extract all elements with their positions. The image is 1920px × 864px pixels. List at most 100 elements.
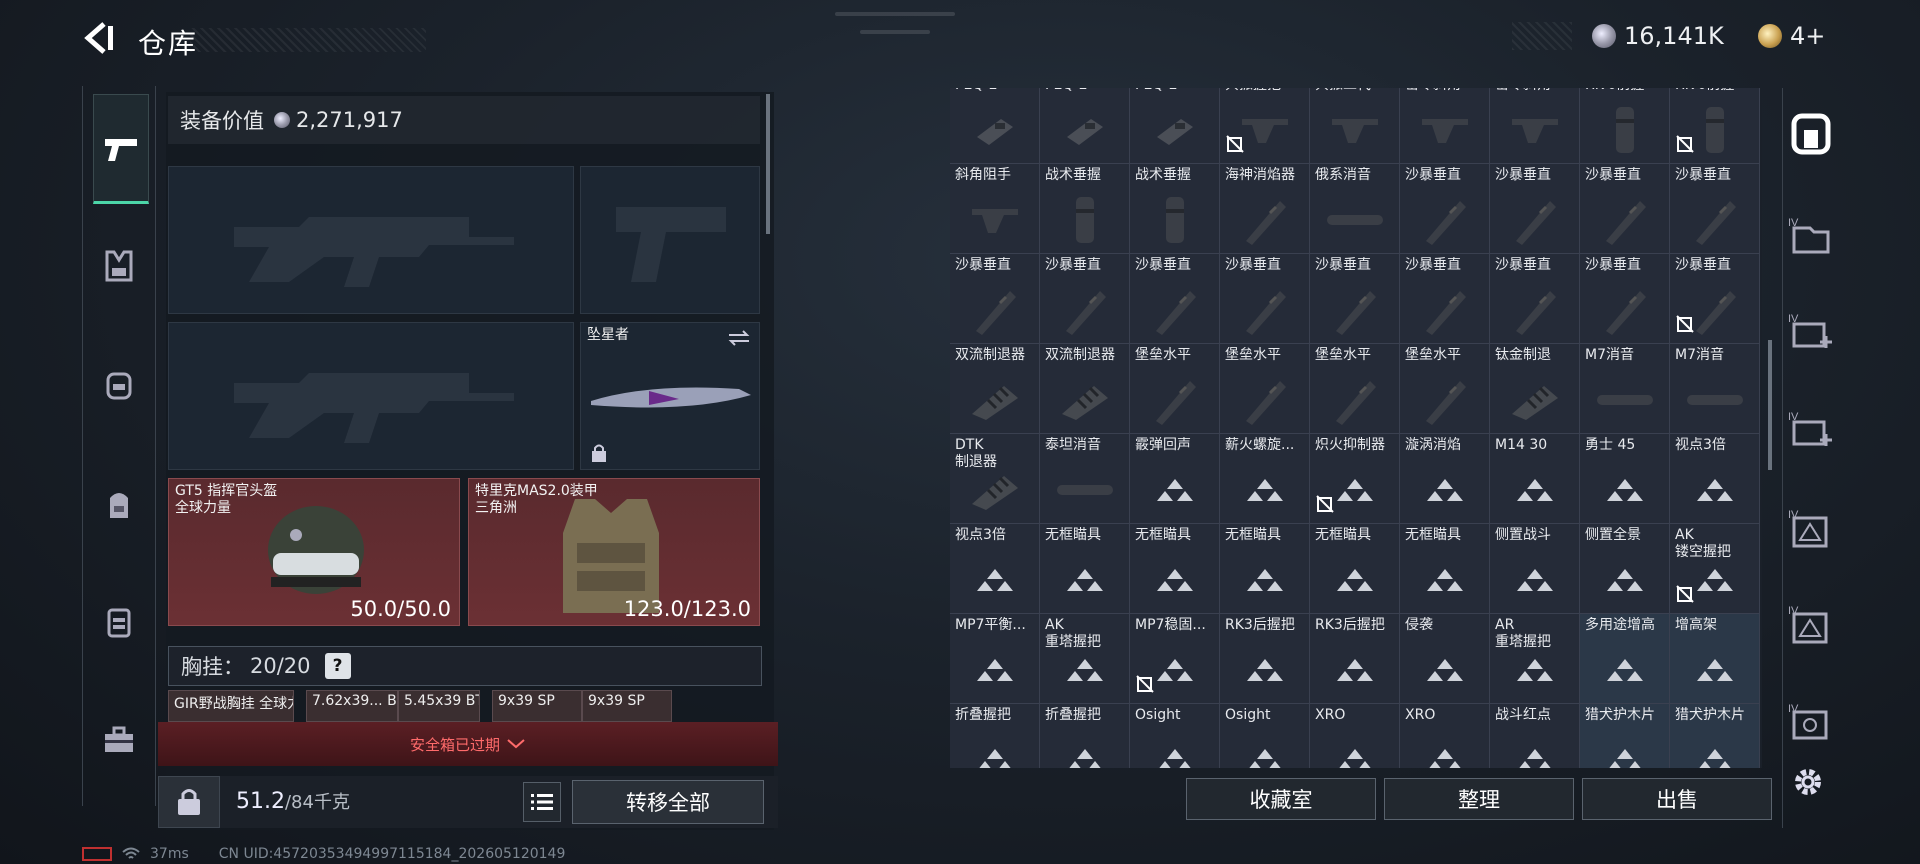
inventory-item-cell[interactable]: 侧置战斗 bbox=[1490, 524, 1580, 614]
inventory-item-cell[interactable]: 泰坦消音 bbox=[1040, 434, 1130, 524]
inventory-item-cell[interactable]: 沙暴垂直 bbox=[1670, 254, 1760, 344]
inventory-item-cell[interactable]: 沙暴垂直 bbox=[1580, 164, 1670, 254]
backpack-tab[interactable] bbox=[99, 484, 139, 524]
sell-button[interactable]: 出售 bbox=[1582, 778, 1772, 820]
inventory-item-cell[interactable]: 漩涡消焰 bbox=[1400, 434, 1490, 524]
inventory-item-cell[interactable]: 炽火抑制器 bbox=[1310, 434, 1400, 524]
helmet-slot[interactable]: GT5 指挥官头盔 全球力量 50.0/50.0 bbox=[168, 478, 460, 626]
inventory-item-cell[interactable]: 密令斜角 bbox=[1490, 88, 1580, 164]
rig-slot[interactable]: GIR野战胸挂 全球力量 bbox=[168, 690, 294, 722]
inventory-item-cell[interactable]: 堡垒水平 bbox=[1130, 344, 1220, 434]
primary-weapon-slot[interactable] bbox=[168, 166, 574, 314]
collection-room-button[interactable]: 收藏室 bbox=[1186, 778, 1376, 820]
inventory-item-cell[interactable]: PEQ-2 bbox=[1040, 88, 1130, 164]
inventory-item-cell[interactable]: 钛金制退 bbox=[1490, 344, 1580, 434]
inventory-item-cell[interactable]: 共振二代 bbox=[1310, 88, 1400, 164]
helmet-tab[interactable] bbox=[99, 366, 139, 406]
folder-iv-icon[interactable]: IV bbox=[1782, 210, 1840, 264]
back-arrow-icon[interactable] bbox=[82, 20, 118, 56]
inventory-item-cell[interactable]: 海神消焰器 bbox=[1220, 164, 1310, 254]
inventory-item-cell[interactable]: 无框瞄具 bbox=[1400, 524, 1490, 614]
rig-slot[interactable]: 7.62x39... BP bbox=[306, 690, 398, 722]
rig-tab[interactable] bbox=[99, 602, 139, 642]
inventory-item-cell[interactable]: M14 30 bbox=[1490, 434, 1580, 524]
inventory-item-cell[interactable]: 俄系消音 bbox=[1310, 164, 1400, 254]
sort-button[interactable]: 整理 bbox=[1384, 778, 1574, 820]
inventory-item-cell[interactable]: 双流制退器 bbox=[950, 344, 1040, 434]
armor-tab[interactable] bbox=[99, 246, 139, 286]
inventory-item-cell[interactable]: MP7平衡... bbox=[950, 614, 1040, 704]
inventory-item-cell[interactable]: 猎犬护木片 bbox=[1670, 704, 1760, 768]
storage-icon[interactable] bbox=[1782, 112, 1840, 166]
armor-slot[interactable]: 特里克MAS2.0装甲 三角洲 123.0/123.0 bbox=[468, 478, 760, 626]
equipment-scrollbar[interactable] bbox=[766, 94, 770, 234]
inventory-item-cell[interactable]: PEQ-2 bbox=[950, 88, 1040, 164]
inventory-item-cell[interactable]: 沙暴垂直 bbox=[950, 254, 1040, 344]
inventory-item-cell[interactable]: Osight bbox=[1220, 704, 1310, 768]
inventory-item-cell[interactable]: 折叠握把 bbox=[1040, 704, 1130, 768]
list-view-button[interactable] bbox=[523, 782, 561, 822]
rig-slot[interactable]: 5.45x39 BT bbox=[398, 690, 480, 722]
inventory-item-cell[interactable]: M7消音 bbox=[1670, 344, 1760, 434]
inventory-item-cell[interactable]: 沙暴垂直 bbox=[1580, 254, 1670, 344]
inventory-item-cell[interactable]: 沙暴垂直 bbox=[1490, 164, 1580, 254]
inventory-item-cell[interactable]: 沙暴垂直 bbox=[1130, 254, 1220, 344]
inventory-item-cell[interactable]: 沙暴垂直 bbox=[1310, 254, 1400, 344]
inventory-item-cell[interactable]: AR 重塔握把 bbox=[1490, 614, 1580, 704]
inventory-item-cell[interactable]: XRO bbox=[1400, 704, 1490, 768]
inventory-item-cell[interactable]: 战术垂握 bbox=[1040, 164, 1130, 254]
gold-display[interactable]: 4+ bbox=[1758, 22, 1825, 50]
inventory-item-cell[interactable]: 霰弹回声 bbox=[1130, 434, 1220, 524]
inventory-item-cell[interactable]: 折叠握把 bbox=[950, 704, 1040, 768]
melee-slot[interactable]: 坠星者 bbox=[580, 322, 760, 470]
inventory-item-cell[interactable]: 沙暴垂直 bbox=[1400, 164, 1490, 254]
help-button[interactable]: ? bbox=[324, 653, 351, 679]
inventory-item-cell[interactable]: 斜角阻手 bbox=[950, 164, 1040, 254]
inventory-item-cell[interactable]: 侧置全景 bbox=[1580, 524, 1670, 614]
search-iv-icon[interactable]: IV bbox=[1782, 696, 1840, 750]
inventory-item-cell[interactable]: 密令斜角 bbox=[1400, 88, 1490, 164]
inventory-item-cell[interactable]: AK 重塔握把 bbox=[1040, 614, 1130, 704]
inventory-item-cell[interactable]: 堡垒水平 bbox=[1220, 344, 1310, 434]
inventory-item-cell[interactable]: RK3后握把 bbox=[1220, 614, 1310, 704]
inventory-scrollbar[interactable] bbox=[1768, 340, 1772, 470]
inventory-item-cell[interactable]: AK 镂空握把 bbox=[1670, 524, 1760, 614]
inventory-item-cell[interactable]: PEQ-2 bbox=[1130, 88, 1220, 164]
inventory-item-cell[interactable]: DTK 制退器 bbox=[950, 434, 1040, 524]
weapons-tab[interactable] bbox=[93, 94, 149, 204]
inventory-item-cell[interactable]: 视点3倍 bbox=[1670, 434, 1760, 524]
inventory-item-cell[interactable]: 战斗红点 bbox=[1490, 704, 1580, 768]
add-iv-icon[interactable]: IV bbox=[1782, 404, 1840, 458]
inventory-item-cell[interactable]: RK3后握把 bbox=[1310, 614, 1400, 704]
inventory-item-cell[interactable]: 战术垂握 bbox=[1130, 164, 1220, 254]
inventory-item-cell[interactable]: 薪火螺旋... bbox=[1220, 434, 1310, 524]
inventory-item-cell[interactable]: RK-0前握 bbox=[1580, 88, 1670, 164]
inventory-item-cell[interactable]: MP7稳固... bbox=[1130, 614, 1220, 704]
inventory-item-cell[interactable]: 无框瞄具 bbox=[1220, 524, 1310, 614]
inventory-item-cell[interactable]: RK-0前握 bbox=[1670, 88, 1760, 164]
swap-icon[interactable] bbox=[727, 329, 751, 347]
inventory-item-cell[interactable]: 无框瞄具 bbox=[1310, 524, 1400, 614]
inventory-item-cell[interactable]: 勇士 45 bbox=[1580, 434, 1670, 524]
inventory-item-cell[interactable]: 增高架 bbox=[1670, 614, 1760, 704]
inventory-item-cell[interactable]: 沙暴垂直 bbox=[1490, 254, 1580, 344]
inventory-item-cell[interactable]: 堡垒水平 bbox=[1310, 344, 1400, 434]
secondary-weapon-slot[interactable] bbox=[580, 166, 760, 314]
rig-slot[interactable]: 9x39 SP bbox=[582, 690, 672, 722]
inventory-item-cell[interactable]: 堡垒水平 bbox=[1400, 344, 1490, 434]
inventory-item-cell[interactable]: 猎犬护木片 bbox=[1580, 704, 1670, 768]
inventory-item-cell[interactable]: M7消音 bbox=[1580, 344, 1670, 434]
inventory-item-cell[interactable]: 视点3倍 bbox=[950, 524, 1040, 614]
inventory-item-cell[interactable]: 沙暴垂直 bbox=[1670, 164, 1760, 254]
inventory-item-cell[interactable]: 沙暴垂直 bbox=[1220, 254, 1310, 344]
inventory-item-cell[interactable]: 双流制退器 bbox=[1040, 344, 1130, 434]
add-iv-icon[interactable]: IV bbox=[1782, 306, 1840, 360]
triangle-iv-icon[interactable]: IV bbox=[1782, 598, 1840, 652]
inventory-item-cell[interactable]: 侵袭 bbox=[1400, 614, 1490, 704]
transfer-all-button[interactable]: 转移全部 bbox=[572, 780, 764, 824]
inventory-item-cell[interactable]: Osight bbox=[1130, 704, 1220, 768]
secondary-rifle-slot[interactable] bbox=[168, 322, 574, 470]
rig-slot[interactable]: 9x39 SP bbox=[492, 690, 582, 722]
inventory-item-cell[interactable]: 沙暴垂直 bbox=[1400, 254, 1490, 344]
inventory-item-cell[interactable]: 无框瞄具 bbox=[1130, 524, 1220, 614]
